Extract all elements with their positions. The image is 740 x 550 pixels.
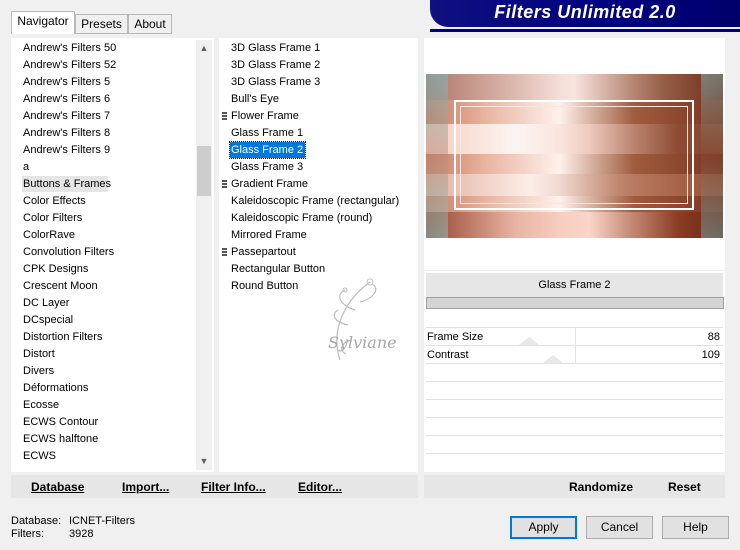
category-item[interactable]: a [22,159,109,175]
tab-presets[interactable]: Presets [75,14,128,33]
param-frame-size-value: 88 [707,331,720,343]
editor-button[interactable]: Editor... [298,477,342,497]
param-frame-size-label: Frame Size [427,331,484,343]
filter-item[interactable]: Round Button [230,278,300,294]
filters-status-label: Filters: [11,528,44,540]
tab-navigator[interactable]: Navigator [11,11,75,34]
category-item[interactable]: DCspecial [22,312,109,328]
category-item[interactable]: CPK Designs [22,261,109,277]
category-item[interactable]: DC Layer [22,295,109,311]
watermark-logo: Sylviane [328,278,397,361]
filters-status-value: 3928 [69,528,94,540]
category-item[interactable]: Crescent Moon [22,278,109,294]
category-item[interactable]: Déformations [22,380,109,396]
category-item[interactable]: ColorRave [22,227,109,243]
param-contrast-value: 109 [701,349,720,361]
category-item[interactable]: Color Filters [22,210,109,226]
category-item[interactable]: Andrew's Filters 6 [22,91,110,107]
parameter-progress-bar [426,297,724,309]
category-item[interactable]: ECWS [22,448,109,464]
import-button[interactable]: Import... [122,477,169,497]
cancel-button[interactable]: Cancel [586,516,653,539]
preview-image [426,74,723,238]
category-item[interactable]: Andrew's Filters 7 [22,108,110,124]
filter-item[interactable]: Passepartout [230,244,298,260]
filter-item[interactable]: Glass Frame 2 [228,141,307,159]
filter-item[interactable]: Kaleidoscopic Frame (rectangular) [230,193,401,209]
filter-group-marker-icon [222,248,227,257]
filter-item[interactable]: Glass Frame 1 [230,125,305,141]
slider-thumb-icon[interactable] [543,355,563,363]
parameter-filter-name: Glass Frame 2 [426,273,723,297]
filter-item[interactable]: Kaleidoscopic Frame (round) [230,210,374,226]
category-item[interactable]: Buttons & Frames [22,176,111,192]
database-status-value: ICNET-Filters [69,515,135,527]
banner-underline [430,29,740,32]
reset-button[interactable]: Reset [668,477,701,497]
database-status-label: Database: [11,515,62,527]
filter-info-button[interactable]: Filter Info... [201,477,266,497]
category-item[interactable]: Divers [22,363,109,379]
scroll-down-arrow-icon[interactable]: ▼ [199,456,209,466]
category-item[interactable]: Convolution Filters [22,244,114,260]
filter-item[interactable]: 3D Glass Frame 2 [230,57,322,73]
banner-title: Filters Unlimited 2.0 [494,2,676,22]
filter-item[interactable]: Bull's Eye [230,91,281,107]
randomize-button[interactable]: Randomize [569,477,633,497]
tab-about[interactable]: About [128,14,172,33]
category-item[interactable]: ECWS halftone [22,431,109,447]
param-contrast-label: Contrast [427,349,469,361]
filter-item[interactable]: Glass Frame 3 [230,159,305,175]
category-item[interactable]: Distortion Filters [22,329,109,345]
filter-item[interactable]: Mirrored Frame [230,227,309,243]
apply-button[interactable]: Apply [510,516,577,539]
scroll-up-arrow-icon[interactable]: ▲ [199,43,209,53]
category-item[interactable]: Color Effects [22,193,109,209]
category-item[interactable]: ECWS Contour [22,414,109,430]
slider-thumb-icon[interactable] [519,337,539,345]
watermark-text: Sylviane [328,333,397,352]
category-scrollbar[interactable] [196,40,212,470]
filter-item[interactable]: 3D Glass Frame 3 [230,74,322,90]
filter-item[interactable]: 3D Glass Frame 1 [230,40,322,56]
category-item[interactable]: Ecosse [22,397,109,413]
filter-item[interactable]: Gradient Frame [230,176,310,192]
category-scroll-thumb[interactable] [197,146,211,196]
category-item[interactable]: Andrew's Filters 50 [22,40,116,56]
category-item[interactable]: Andrew's Filters 9 [22,142,110,158]
category-item[interactable]: Andrew's Filters 5 [22,74,110,90]
database-button[interactable]: Database [31,477,84,497]
category-item[interactable]: Andrew's Filters 52 [22,57,116,73]
help-button[interactable]: Help [662,516,729,539]
filter-group-marker-icon [222,180,227,189]
category-item[interactable]: Distort [22,346,109,362]
product-banner: Filters Unlimited 2.0 [430,0,740,27]
filter-group-marker-icon [222,112,227,121]
filter-item[interactable]: Flower Frame [230,108,301,124]
category-item[interactable]: Andrew's Filters 8 [22,125,110,141]
